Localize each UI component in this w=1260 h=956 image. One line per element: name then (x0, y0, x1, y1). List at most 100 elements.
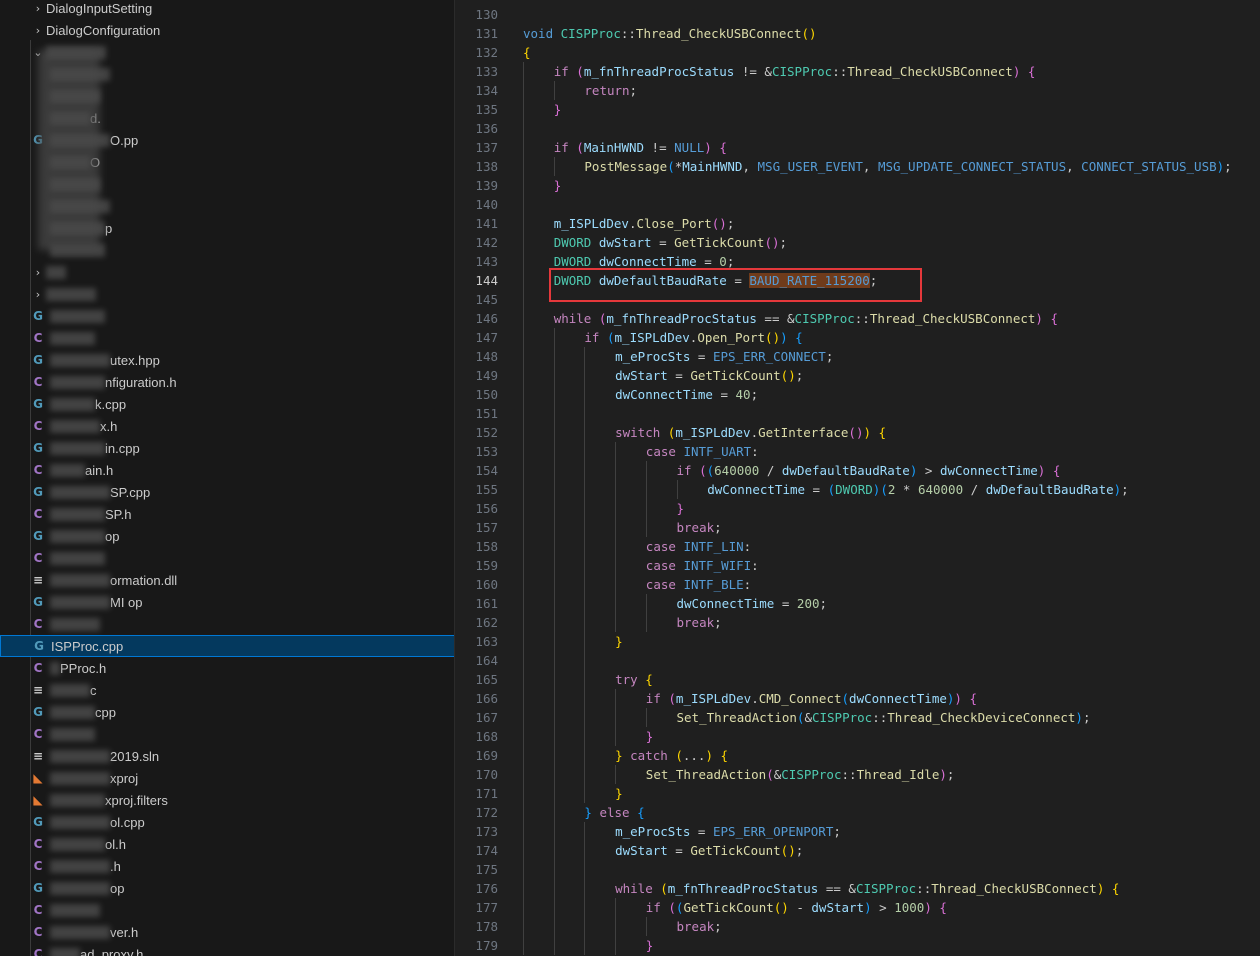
explorer-item[interactable]: Gcpp (0, 701, 454, 723)
code-line[interactable]: 179} (455, 936, 1260, 955)
code-line[interactable]: 166 if (m_ISPLdDev.CMD_Connect(dwConnectT… (455, 689, 1260, 708)
explorer-item[interactable]: G SP.cpp (0, 481, 454, 503)
code-line[interactable]: 138 PostMessage(*MainHWND, MSG_USER_EVENT… (455, 157, 1260, 176)
code-line[interactable]: 175 (455, 860, 1260, 879)
code-line[interactable]: 132 { (455, 43, 1260, 62)
indent-guide (584, 385, 586, 404)
code-line[interactable]: 149 dwStart = GetTickCount(); (455, 366, 1260, 385)
code-line[interactable]: 169} catch (...) { (455, 746, 1260, 765)
explorer-item[interactable]: G (0, 305, 454, 327)
code-line[interactable]: 140 (455, 195, 1260, 214)
code-line[interactable]: 144 DWORD dwDefaultBaudRate = BAUD_RATE_1… (455, 271, 1260, 290)
code-line[interactable]: 168} (455, 727, 1260, 746)
code-line[interactable]: 177 if ((GetTickCount() - dwStart) > 1000… (455, 898, 1260, 917)
code-line[interactable]: 178 break; (455, 917, 1260, 936)
code-line[interactable]: 137 if (MainHWND != NULL) { (455, 138, 1260, 157)
code-line[interactable]: 150 dwConnectTime = 40; (455, 385, 1260, 404)
code-editor[interactable]: 130 131 void CISPProc::Thread_CheckUSBConn… (455, 0, 1260, 956)
code-line[interactable]: 147 if (m_ISPLdDev.Open_Port()) { (455, 328, 1260, 347)
code-line[interactable]: 143 DWORD dwConnectTime = 0; (455, 252, 1260, 271)
line-number: 175 (475, 862, 498, 877)
code-line[interactable]: 167 Set_ThreadAction(&CISPProc::Thread_Ch… (455, 708, 1260, 727)
explorer-item[interactable]: Gutex.hpp (0, 349, 454, 371)
code-line[interactable]: 139} (455, 176, 1260, 195)
code-line[interactable]: 152 switch (m_ISPLdDev.GetInterface()) { (455, 423, 1260, 442)
code-line[interactable]: 146 while (m_fnThreadProcStatus == &CISPP… (455, 309, 1260, 328)
explorer-item[interactable]: Gol.cpp (0, 811, 454, 833)
code-line[interactable]: 160 case INTF_BLE: (455, 575, 1260, 594)
redacted-text (46, 287, 96, 301)
code-token: , (862, 159, 878, 174)
explorer-item[interactable]: Gk.cpp (0, 393, 454, 415)
explorer-item[interactable]: C (0, 327, 454, 349)
code-line[interactable]: 131 void CISPProc::Thread_CheckUSBConnect… (455, 24, 1260, 43)
explorer-item[interactable]: › DialogInputSetting (0, 0, 454, 19)
code-line[interactable]: 134 return; (455, 81, 1260, 100)
code-line[interactable]: 164 (455, 651, 1260, 670)
code-line[interactable]: 130 (455, 5, 1260, 24)
code-line[interactable]: 174 dwStart = GetTickCount(); (455, 841, 1260, 860)
redacted-text (50, 727, 95, 741)
indent-guide (553, 879, 555, 898)
indent-guide (523, 689, 524, 708)
code-line[interactable]: 156} (455, 499, 1260, 518)
code-token: , (1066, 159, 1082, 174)
explorer-item[interactable]: › DialogConfiguration (0, 19, 454, 41)
code-line[interactable]: 148 m_eProcSts = EPS_ERR_CONNECT; (455, 347, 1260, 366)
explorer-item[interactable]: Cain.h (0, 459, 454, 481)
explorer-item[interactable]: Gop (0, 525, 454, 547)
code-line[interactable]: 155 dwConnectTime = (DWORD)(2 * 640000 / … (455, 480, 1260, 499)
explorer-item[interactable]: ◣ xproj (0, 767, 454, 789)
explorer-item[interactable]: C PProc.h (0, 657, 454, 679)
code-line[interactable]: 163} (455, 632, 1260, 651)
chevron-right-icon[interactable]: › (30, 288, 46, 301)
code-line[interactable]: 159 case INTF_WIFI: (455, 556, 1260, 575)
code-line[interactable]: 176 while (m_fnThreadProcStatus == &CISPP… (455, 879, 1260, 898)
explorer-item[interactable]: Cx.h (0, 415, 454, 437)
explorer-item[interactable]: C (0, 547, 454, 569)
code-line[interactable]: 172} else { (455, 803, 1260, 822)
code-line[interactable]: 161 dwConnectTime = 200; (455, 594, 1260, 613)
code-line[interactable]: 154 if ((640000 / dwDefaultBaudRate) > dw… (455, 461, 1260, 480)
code-line[interactable]: 133 if (m_fnThreadProcStatus != &CISPProc… (455, 62, 1260, 81)
explorer-item[interactable]: Gin.cpp (0, 437, 454, 459)
explorer-item[interactable]: G MI op (0, 591, 454, 613)
explorer-item[interactable]: Col.h (0, 833, 454, 855)
explorer-item[interactable]: ≡ c (0, 679, 454, 701)
chevron-right-icon[interactable]: › (30, 24, 46, 37)
chevron-right-icon[interactable]: › (30, 266, 46, 279)
explorer-item[interactable]: Gop (0, 877, 454, 899)
code-line[interactable]: 162 break; (455, 613, 1260, 632)
code-text: break; (677, 917, 722, 936)
code-line[interactable]: 136 (455, 119, 1260, 138)
code-line[interactable]: 142 DWORD dwStart = GetTickCount(); (455, 233, 1260, 252)
explorer-item[interactable]: Cnfiguration.h (0, 371, 454, 393)
code-line[interactable]: 157 break; (455, 518, 1260, 537)
chevron-right-icon[interactable]: › (30, 2, 46, 15)
indent-guide (584, 613, 586, 632)
code-line[interactable]: 145 (455, 290, 1260, 309)
explorer-item[interactable]: C .h (0, 855, 454, 877)
code-line[interactable]: 141 m_ISPLdDev.Close_Port(); (455, 214, 1260, 233)
explorer-item[interactable]: ◣ xproj.filters (0, 789, 454, 811)
explorer-item[interactable]: C (0, 613, 454, 635)
code-line[interactable]: 171} (455, 784, 1260, 803)
explorer-item[interactable]: › (0, 283, 454, 305)
explorer-item[interactable]: › (0, 261, 454, 283)
code-line[interactable]: 135} (455, 100, 1260, 119)
code-line[interactable]: 153 case INTF_UART: (455, 442, 1260, 461)
explorer-item[interactable]: Cver.h (0, 921, 454, 943)
explorer-item[interactable]: ≡ ormation.dll (0, 569, 454, 591)
explorer-item[interactable]: C (0, 899, 454, 921)
indent-guide (523, 613, 524, 632)
code-line[interactable]: 165 try { (455, 670, 1260, 689)
code-line[interactable]: 170 Set_ThreadAction(&CISPProc::Thread_Id… (455, 765, 1260, 784)
code-line[interactable]: 173 m_eProcSts = EPS_ERR_OPENPORT; (455, 822, 1260, 841)
code-line[interactable]: 158 case INTF_LIN: (455, 537, 1260, 556)
explorer-item[interactable]: C (0, 723, 454, 745)
explorer-item[interactable]: Cad_proxy.h (0, 943, 454, 956)
explorer-item[interactable]: ≡ 2019.sln (0, 745, 454, 767)
explorer-item[interactable]: C SP.h (0, 503, 454, 525)
explorer-item-selected[interactable]: G ISPProc.cpp (0, 635, 454, 657)
code-line[interactable]: 151 (455, 404, 1260, 423)
